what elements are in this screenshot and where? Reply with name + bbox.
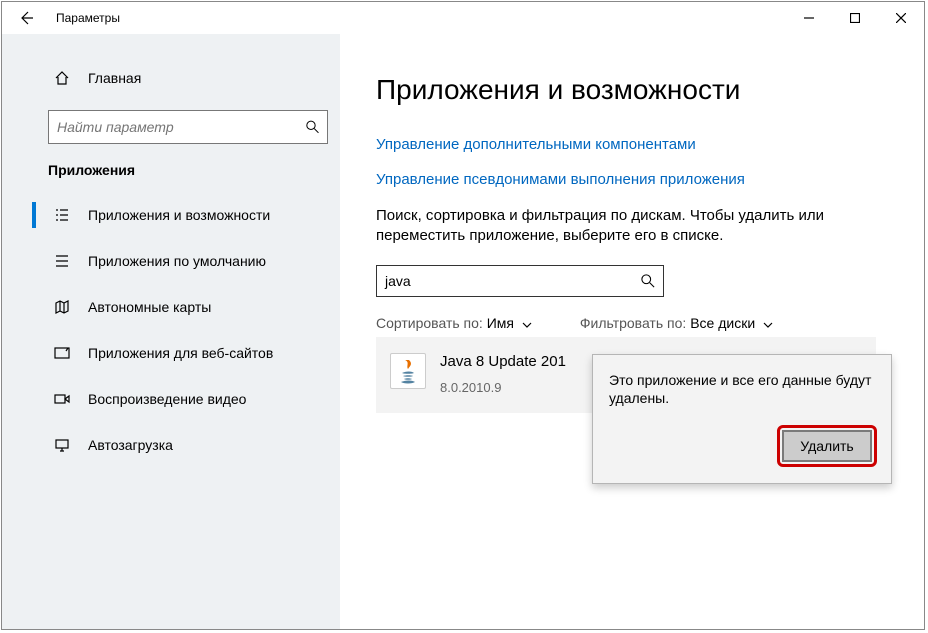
link-optional-features[interactable]: Управление дополнительными компонентами	[376, 136, 924, 153]
flyout-text: Это приложение и все его данные будут уд…	[609, 371, 877, 407]
sidebar-search-input[interactable]	[57, 119, 306, 135]
list-icon	[52, 207, 72, 223]
home-label: Главная	[88, 70, 141, 86]
sort-value: Имя	[487, 315, 514, 331]
sort-control[interactable]: Сортировать по: Имя	[376, 315, 532, 331]
map-icon	[52, 299, 72, 315]
minimize-icon	[804, 13, 814, 23]
titlebar-left: Параметры	[2, 2, 120, 34]
sidebar-item-label: Приложения и возможности	[88, 207, 270, 223]
minimize-button[interactable]	[786, 2, 832, 34]
sidebar-item-apps-for-websites[interactable]: Приложения для веб-сайтов	[2, 330, 340, 376]
websites-icon	[52, 345, 72, 361]
filter-value: Все диски	[690, 315, 755, 331]
chevron-down-icon	[522, 315, 532, 331]
home-button[interactable]: Главная	[2, 58, 340, 98]
flyout-actions: Удалить	[609, 425, 877, 467]
sidebar-item-label: Воспроизведение видео	[88, 391, 246, 407]
maximize-icon	[850, 13, 860, 23]
window-title: Параметры	[56, 11, 120, 25]
body: Главная Приложения Приложения и возможно…	[2, 34, 924, 629]
search-icon	[306, 120, 319, 134]
settings-window: Параметры Главная	[1, 1, 925, 630]
sidebar-section-label: Приложения	[2, 162, 340, 192]
sidebar-item-video-playback[interactable]: Воспроизведение видео	[2, 376, 340, 422]
content: Приложения и возможности Управление допо…	[340, 34, 924, 629]
sidebar-item-label: Автозагрузка	[88, 437, 173, 453]
sort-filter-row: Сортировать по: Имя Фильтровать по: Все …	[376, 315, 924, 331]
search-icon	[641, 274, 655, 288]
sidebar-item-apps-features[interactable]: Приложения и возможности	[2, 192, 340, 238]
sidebar-item-label: Автономные карты	[88, 299, 211, 315]
arrow-left-icon	[18, 10, 34, 26]
app-version: 8.0.2010.9	[440, 380, 566, 395]
app-list-search[interactable]: java	[376, 265, 664, 297]
filter-label: Фильтровать по:	[580, 315, 686, 331]
app-search-value: java	[385, 273, 411, 289]
chevron-down-icon	[763, 315, 773, 331]
confirm-uninstall-button[interactable]: Удалить	[782, 430, 872, 462]
filter-control[interactable]: Фильтровать по: Все диски	[580, 315, 773, 331]
titlebar: Параметры	[2, 2, 924, 34]
sidebar-item-offline-maps[interactable]: Автономные карты	[2, 284, 340, 330]
highlight-annotation: Удалить	[777, 425, 877, 467]
window-controls	[786, 2, 924, 34]
sidebar-item-default-apps[interactable]: Приложения по умолчанию	[2, 238, 340, 284]
sidebar-search[interactable]	[48, 110, 328, 144]
close-icon	[896, 13, 906, 23]
uninstall-confirm-flyout: Это приложение и все его данные будут уд…	[592, 354, 892, 484]
sidebar-item-label: Приложения по умолчанию	[88, 253, 266, 269]
home-icon	[52, 70, 72, 86]
video-icon	[52, 391, 72, 407]
close-button[interactable]	[878, 2, 924, 34]
java-icon	[390, 353, 426, 389]
back-button[interactable]	[2, 2, 50, 34]
link-app-aliases[interactable]: Управление псевдонимами выполнения прило…	[376, 171, 924, 188]
startup-icon	[52, 437, 72, 453]
sidebar: Главная Приложения Приложения и возможно…	[2, 34, 340, 629]
sidebar-item-label: Приложения для веб-сайтов	[88, 345, 273, 361]
page-title: Приложения и возможности	[376, 74, 924, 106]
defaults-icon	[52, 253, 72, 269]
description-text: Поиск, сортировка и фильтрация по дискам…	[376, 206, 846, 247]
sidebar-item-startup[interactable]: Автозагрузка	[2, 422, 340, 468]
sort-label: Сортировать по:	[376, 315, 483, 331]
app-info: Java 8 Update 201 8.0.2010.9	[440, 353, 566, 395]
app-name: Java 8 Update 201	[440, 353, 566, 370]
maximize-button[interactable]	[832, 2, 878, 34]
